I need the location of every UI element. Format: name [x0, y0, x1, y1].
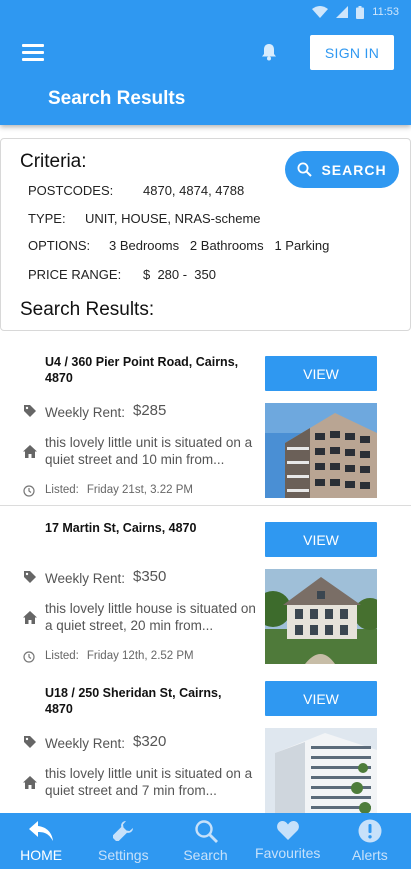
criteria-card: Criteria: SEARCH POSTCODES: 4870, 4874, …: [0, 138, 411, 331]
page-title: Search Results: [48, 88, 186, 109]
listed-date: Listed: Friday 12th, 2.52 PM: [45, 650, 194, 662]
nav-settings[interactable]: Settings: [82, 813, 164, 869]
listing-photo[interactable]: [265, 728, 377, 823]
nav-favourites[interactable]: Favourites: [247, 813, 329, 869]
view-button[interactable]: VIEW: [265, 681, 377, 716]
criteria-label: POSTCODES:: [28, 183, 114, 198]
view-button[interactable]: VIEW: [265, 522, 377, 557]
listing-item[interactable]: U18 / 250 Sheridan St, Cairns, 4870 VIEW…: [0, 671, 411, 836]
search-button-label: SEARCH: [321, 161, 387, 178]
wifi-icon: [312, 6, 329, 18]
status-bar: 11:53: [312, 0, 411, 24]
listing-photo[interactable]: [265, 403, 377, 498]
nav-label: Settings: [98, 847, 149, 863]
battery-icon: [356, 5, 365, 19]
criteria-value: UNIT, HOUSE, NRAS-scheme: [85, 211, 261, 226]
listing-item[interactable]: 17 Martin St, Cairns, 4870 VIEW Weekly R…: [0, 506, 411, 672]
criteria-label: PRICE RANGE:: [28, 267, 122, 282]
listing-description: this lovely little house is situated on …: [45, 601, 256, 633]
home-icon: [23, 611, 37, 624]
criteria-heading: Criteria:: [20, 151, 87, 172]
criteria-row-postcodes: POSTCODES: 4870, 4874, 4788: [28, 183, 244, 198]
hamburger-menu-icon[interactable]: [22, 44, 44, 62]
listing-item[interactable]: U4 / 360 Pier Point Road, Cairns, 4870 V…: [0, 340, 411, 506]
price-tag-icon: [24, 405, 36, 417]
search-button[interactable]: SEARCH: [285, 151, 399, 188]
rent-value: $350: [133, 568, 167, 585]
nav-label: HOME: [20, 847, 63, 863]
cell-signal-icon: [336, 6, 349, 18]
home-icon: [23, 776, 37, 789]
criteria-label: OPTIONS:: [28, 238, 91, 253]
price-tag-icon: [24, 571, 36, 583]
clock-icon: [23, 485, 35, 497]
listed-label: Listed:: [45, 650, 79, 662]
criteria-row-type: TYPE: UNIT, HOUSE, NRAS-scheme: [28, 211, 261, 226]
listed-value: Friday 21st, 3.22 PM: [86, 484, 193, 496]
search-icon: [194, 820, 218, 843]
rent-label: Weekly Rent:: [45, 571, 126, 586]
search-icon: [297, 162, 313, 177]
bell-icon[interactable]: [259, 42, 279, 62]
listed-label: Listed:: [45, 484, 79, 496]
clock-icon: [23, 651, 35, 663]
nav-home[interactable]: HOME: [0, 813, 82, 869]
criteria-value: 4870, 4874, 4788: [143, 183, 245, 198]
wrench-icon: [113, 821, 134, 841]
rent-label: Weekly Rent:: [45, 405, 126, 420]
criteria-value: 3 Bedrooms 2 Bathrooms 1 Parking: [109, 238, 330, 253]
nav-label: Search: [183, 847, 228, 863]
view-button[interactable]: VIEW: [265, 356, 377, 391]
rent-label: Weekly Rent:: [45, 736, 126, 751]
home-icon: [23, 445, 37, 458]
exclamation-circle-icon: [358, 819, 382, 843]
rent-value: $285: [133, 402, 167, 419]
listed-value: Friday 12th, 2.52 PM: [86, 650, 194, 662]
nav-label: Favourites: [255, 845, 321, 861]
bottom-nav: HOME Settings Search Favourites Alerts: [0, 813, 411, 869]
rent-value: $320: [133, 733, 167, 750]
criteria-row-price-range: PRICE RANGE: $ 280 - 350: [28, 267, 216, 282]
listing-address: U4 / 360 Pier Point Road, Cairns, 4870: [45, 355, 239, 385]
listing-address: 17 Martin St, Cairns, 4870: [45, 521, 197, 535]
listing-description: this lovely little unit is situated on a…: [45, 435, 253, 467]
reply-arrow-icon: [29, 821, 54, 841]
listing-description: this lovely little unit is situated on a…: [45, 766, 253, 798]
criteria-label: TYPE:: [28, 211, 66, 226]
status-time: 11:53: [372, 6, 399, 18]
listed-date: Listed: Friday 21st, 3.22 PM: [45, 484, 193, 496]
results-heading: Search Results:: [20, 299, 155, 320]
listing-photo[interactable]: [265, 569, 377, 664]
listing-address: U18 / 250 Sheridan St, Cairns, 4870: [45, 686, 222, 716]
criteria-value: $ 280 - 350: [143, 267, 216, 282]
criteria-row-options: OPTIONS: 3 Bedrooms 2 Bathrooms 1 Parkin…: [28, 238, 329, 253]
sign-in-button[interactable]: SIGN IN: [310, 35, 394, 70]
price-tag-icon: [24, 736, 36, 748]
nav-search[interactable]: Search: [164, 813, 246, 869]
nav-alerts[interactable]: Alerts: [329, 813, 411, 869]
app-bar: 11:53 SIGN IN Search Results: [0, 0, 411, 125]
heart-icon: [276, 821, 299, 840]
nav-label: Alerts: [352, 847, 388, 863]
